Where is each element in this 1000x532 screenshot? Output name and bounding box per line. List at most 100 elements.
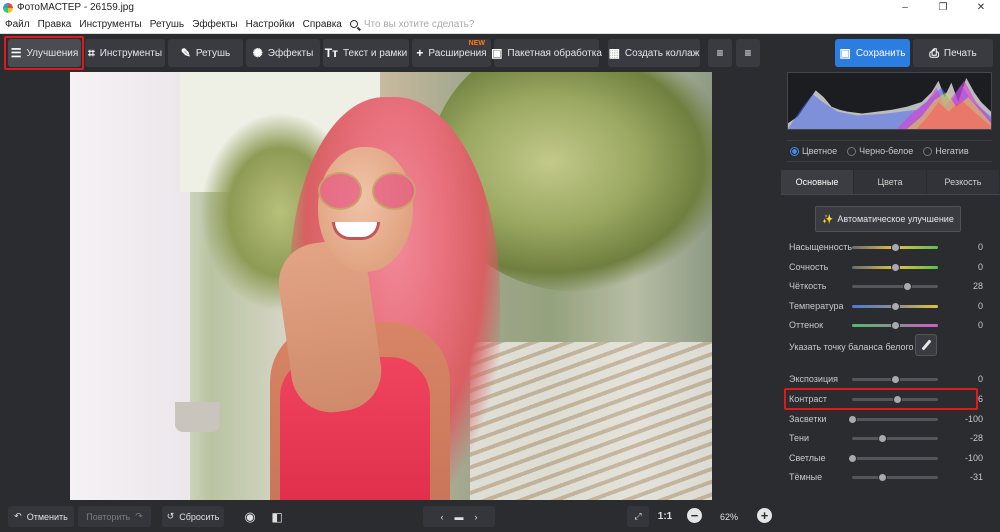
tab-basic[interactable]: Основные: [781, 170, 854, 194]
canvas-area[interactable]: [0, 72, 781, 500]
radio-bw[interactable]: [847, 146, 857, 156]
white-balance-picker-button[interactable]: [915, 334, 937, 356]
slider-value[interactable]: 28: [953, 281, 983, 291]
auto-enhance-button[interactable]: ✨ Автоматическое улучшение: [815, 206, 961, 232]
menu-file[interactable]: Файл: [0, 19, 34, 30]
slider-knob[interactable]: [847, 453, 857, 463]
tab-sharpness[interactable]: Резкость: [927, 170, 1000, 194]
slider-track[interactable]: [852, 242, 938, 252]
save-button[interactable]: ▣ Сохранить: [835, 39, 910, 67]
before-after-button[interactable]: ◧: [266, 506, 288, 527]
slider-track[interactable]: [852, 320, 938, 330]
window-title: ФотоМАСТЕР - 26159.jpg: [17, 2, 134, 13]
slider-knob[interactable]: [878, 433, 888, 443]
slider-track[interactable]: [852, 374, 938, 384]
slider-value[interactable]: 0: [953, 262, 983, 272]
slider-value[interactable]: -100: [953, 414, 983, 424]
slider-knob[interactable]: [877, 472, 887, 482]
batch-processing-button[interactable]: ▣ Пакетная обработка: [491, 39, 602, 67]
slider-knob[interactable]: [847, 414, 857, 424]
menu-help[interactable]: Справка: [299, 19, 346, 30]
color-mode-bw[interactable]: Черно-белое: [847, 146, 913, 156]
reset-button[interactable]: ↺ Сбросить: [162, 506, 224, 527]
slider-row: Тени -28: [789, 431, 983, 445]
maximize-button[interactable]: ❐: [924, 0, 962, 15]
plus-icon: +: [416, 46, 424, 60]
undo-label: Отменить: [26, 511, 68, 522]
slider-value[interactable]: 0: [953, 374, 983, 384]
radio-negative[interactable]: [923, 146, 933, 156]
zoom-level[interactable]: 62%: [711, 506, 747, 527]
next-image-button[interactable]: ›: [469, 512, 484, 522]
slider-knob[interactable]: [890, 374, 900, 384]
zoom-out-button[interactable]: −: [687, 508, 702, 523]
magic-wand-icon: ✨: [822, 213, 834, 224]
slider-knob[interactable]: [890, 301, 900, 311]
menu-effects[interactable]: Эффекты: [188, 19, 241, 30]
search-icon: [349, 20, 358, 28]
list-add-icon: ≡: [716, 46, 724, 60]
tab-retouch[interactable]: ✎ Ретушь: [168, 39, 243, 67]
slider-knob[interactable]: [890, 242, 900, 252]
command-search[interactable]: Что вы хотите сделать?: [349, 19, 475, 30]
tab-effects[interactable]: ✺ Эффекты: [246, 39, 320, 67]
tab-text-frames[interactable]: Tт Текст и рамки: [323, 39, 409, 67]
tab-colors[interactable]: Цвета: [854, 170, 927, 194]
slider-track[interactable]: [852, 472, 938, 482]
slider-label: Насыщенность: [789, 242, 853, 252]
slider-value[interactable]: -28: [953, 433, 983, 443]
redo-button[interactable]: Повторить ↷: [78, 506, 151, 527]
slider-knob[interactable]: [890, 320, 900, 330]
save-label: Сохранить: [855, 47, 906, 59]
slider-track[interactable]: [847, 453, 938, 463]
print-button[interactable]: ⎙ Печать: [913, 39, 993, 67]
preview-toggle-button[interactable]: ◉: [238, 506, 262, 527]
slider-track[interactable]: [847, 414, 938, 424]
slider-track[interactable]: [852, 262, 938, 272]
brush-icon: ✎: [180, 46, 191, 60]
menu-edit[interactable]: Правка: [34, 19, 76, 30]
slider-label: Экспозиция: [789, 374, 838, 384]
adjustment-history-button[interactable]: ≡: [736, 39, 760, 67]
menu-tools[interactable]: Инструменты: [75, 19, 145, 30]
menu-settings[interactable]: Настройки: [242, 19, 299, 30]
slider-value[interactable]: 6: [953, 394, 983, 404]
color-mode-color[interactable]: Цветное: [790, 146, 837, 156]
color-mode-negative[interactable]: Негатив: [923, 146, 969, 156]
slider-value[interactable]: -100: [953, 453, 983, 463]
tab-enhancements[interactable]: ☰ Улучшения: [8, 39, 81, 67]
slider-value[interactable]: 0: [953, 320, 983, 330]
close-button[interactable]: ✕: [962, 0, 1000, 15]
minimize-button[interactable]: –: [886, 0, 924, 15]
new-badge: NEW: [468, 40, 485, 47]
slider-value[interactable]: 0: [953, 242, 983, 252]
slider-value[interactable]: 0: [953, 301, 983, 311]
prev-image-button[interactable]: ‹: [435, 512, 450, 522]
folder-icon[interactable]: ▬: [455, 512, 464, 522]
fit-screen-icon: ⤢: [634, 511, 642, 521]
color-mode-bw-label: Черно-белое: [859, 146, 914, 156]
slider-knob[interactable]: [890, 262, 900, 272]
slider-track[interactable]: [852, 301, 938, 311]
slider-knob[interactable]: [902, 281, 912, 291]
white-balance-row: Указать точку баланса белого: [789, 334, 989, 356]
radio-color[interactable]: [790, 146, 799, 156]
search-placeholder[interactable]: Что вы хотите сделать?: [364, 19, 475, 30]
tab-tools[interactable]: ⌗ Инструменты: [85, 39, 165, 67]
fit-to-screen-button[interactable]: ⤢: [627, 506, 649, 527]
actual-size-button[interactable]: 1:1: [654, 506, 676, 527]
slider-value[interactable]: -31: [953, 472, 983, 482]
slider-knob[interactable]: [893, 394, 903, 404]
slider-track[interactable]: [852, 394, 938, 404]
photo-preview[interactable]: [70, 72, 712, 500]
menu-retouch[interactable]: Ретушь: [146, 19, 188, 30]
add-adjustment-button[interactable]: ≡: [708, 39, 732, 67]
undo-button[interactable]: ↶ Отменить: [8, 506, 74, 527]
slider-row: Контраст 6: [789, 392, 983, 406]
color-mode-color-label: Цветное: [802, 146, 838, 156]
zoom-in-button[interactable]: +: [757, 508, 772, 523]
tab-extensions[interactable]: + Расширения NEW: [412, 39, 491, 67]
slider-track[interactable]: [852, 433, 938, 443]
create-collage-button[interactable]: ▦ Создать коллаж: [608, 39, 700, 67]
slider-track[interactable]: [852, 281, 938, 291]
